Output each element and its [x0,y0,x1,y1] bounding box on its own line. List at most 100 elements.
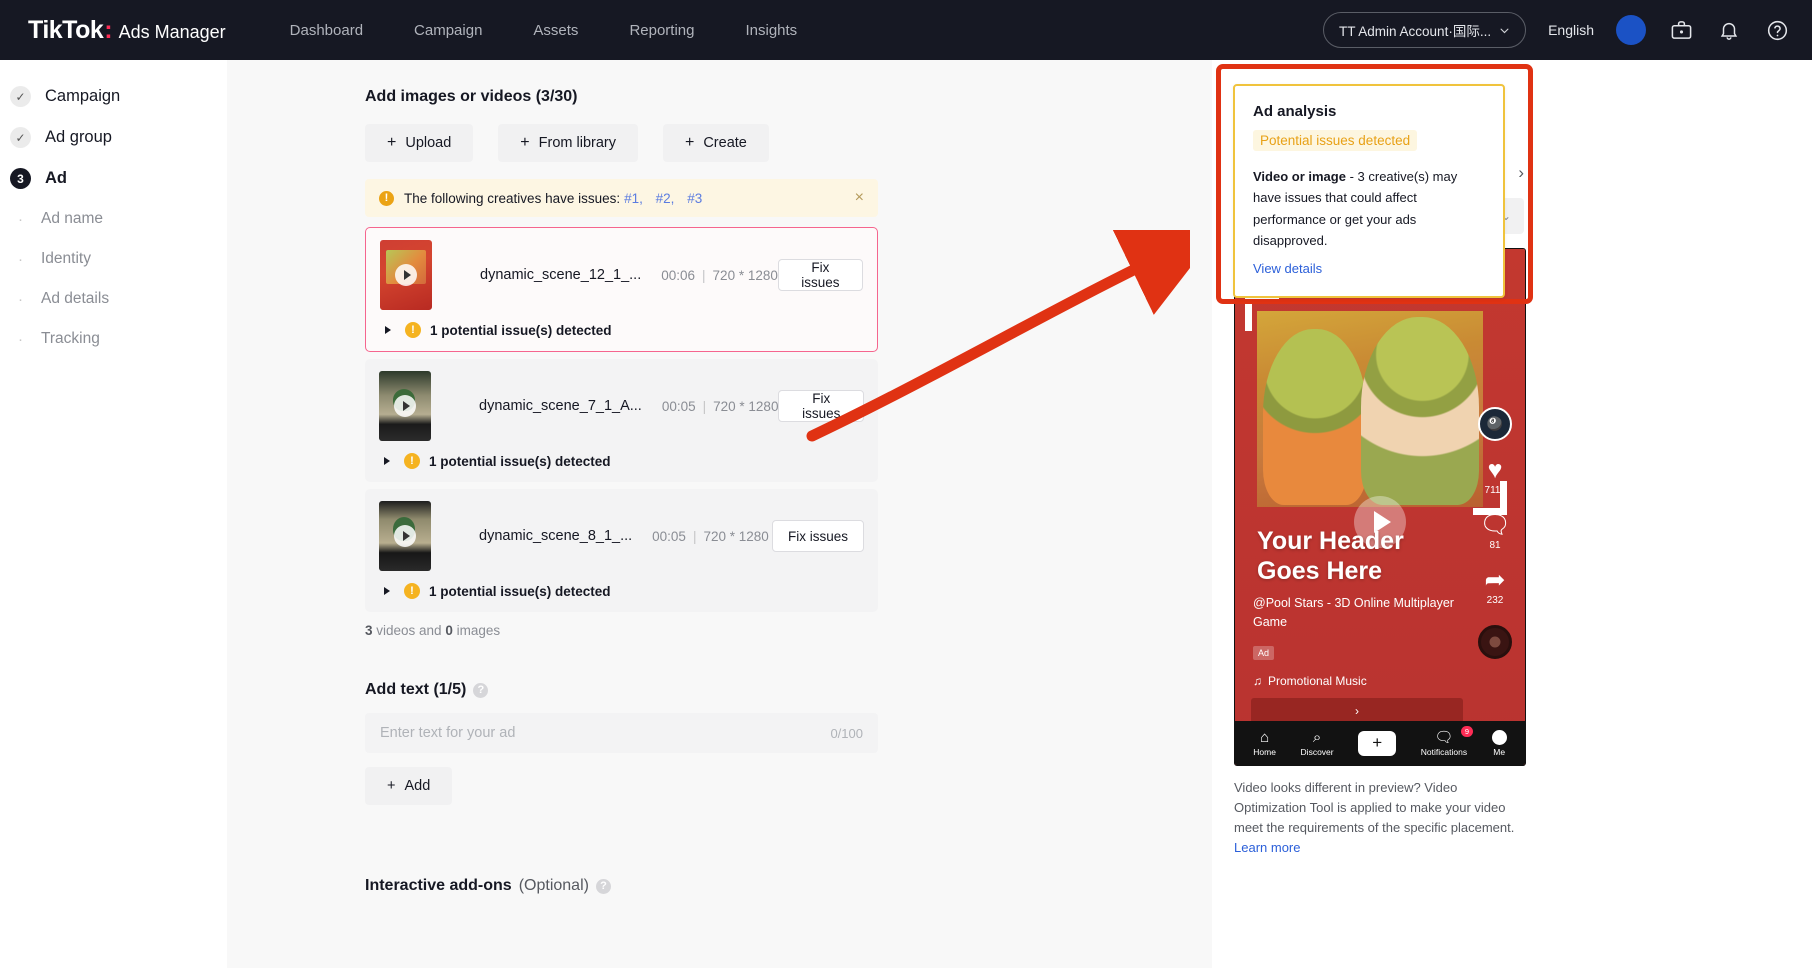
creative-duration: 00:05 [661,398,696,414]
nav-me[interactable]: Me [1491,729,1507,757]
help-circle-icon[interactable]: ? [595,878,611,894]
like-control[interactable]: ♥ 711k [1484,458,1506,497]
account-name: TT Admin Account·国际... [1339,24,1492,39]
cta-button[interactable]: › [1251,698,1463,723]
chevron-right-icon [384,457,390,465]
sidebar-item-tracking[interactable]: · Tracking [0,319,227,359]
page-body: ✓ Campaign ✓ Ad group 3 Ad · Ad name · I… [0,60,1812,968]
nav-create[interactable]: + [1358,730,1397,756]
nav-discover[interactable]: ⌕ Discover [1301,730,1334,757]
creative-name: dynamic_scene_8_1_... [479,528,633,544]
nav-item-assets[interactable]: Assets [531,16,580,45]
logo[interactable]: TikTok : Ads Manager [28,16,226,45]
step-sidebar: ✓ Campaign ✓ Ad group 3 Ad · Ad name · I… [0,60,227,968]
language-selector[interactable]: English [1548,22,1594,38]
fix-issues-button[interactable]: Fix issues [777,259,863,291]
plus-icon: + [387,134,397,151]
creative-row-1[interactable]: dynamic_scene_12_1_... 00:06 | 720 * 1280 … [365,227,878,352]
creator-avatar[interactable]: 🎱 [1478,407,1512,441]
add-text-button[interactable]: + Add [365,767,453,805]
briefcase-icon[interactable] [1668,17,1694,43]
sidebar-step-label: Ad group [45,128,112,146]
creative-name: dynamic_scene_12_1_... [480,267,642,283]
from-library-button[interactable]: + From library [498,124,638,162]
creative-list: dynamic_scene_12_1_... 00:06 | 720 * 1280 … [365,227,878,612]
upload-button[interactable]: + Upload [365,124,474,162]
nav-item-campaign[interactable]: Campaign [412,16,484,45]
creative-headline: Your Header Goes Here [1257,526,1467,586]
play-icon [394,525,416,547]
creative-issue-toggle[interactable]: ! 1 potential issue(s) detected [365,447,878,482]
sidebar-item-identity[interactable]: · Identity [0,239,227,279]
sidebar-item-ad-details[interactable]: · Ad details [0,279,227,319]
headline-line-2: Goes Here [1257,557,1383,585]
warning-text: The following creatives have issues: [404,190,621,206]
media-count-summary: 3 videos and 0 images [365,623,1212,638]
avatar[interactable] [1616,15,1646,45]
music-note-icon: ♫ [1253,674,1262,688]
share-icon: ➦ [1484,566,1506,594]
addons-label: Interactive add-ons [365,877,512,894]
creative-thumbnail[interactable] [380,240,432,310]
addons-optional-label: (Optional) [518,877,589,894]
video-count: 3 [365,623,373,638]
learn-more-link[interactable]: Learn more [1234,840,1300,855]
sidebar-step-ad-group[interactable]: ✓ Ad group [0,117,227,158]
music-disc-icon[interactable] [1478,625,1512,659]
count-mid-text: videos and [372,623,446,638]
image-count: 0 [445,623,453,638]
comment-control[interactable]: 🗨 81 [1479,513,1511,552]
inbox-icon: 🗨 9 [1434,725,1474,745]
status-badge: Potential issues detected [1253,130,1418,151]
nav-item-insights[interactable]: Insights [743,16,799,45]
sidebar-step-label: Campaign [45,87,121,105]
share-control[interactable]: ➦ 232 [1484,566,1506,607]
creative-thumbnail[interactable] [379,501,431,571]
count-suffix-text: images [452,623,501,638]
sidebar-item-ad-name[interactable]: · Ad name [0,199,227,239]
view-details-link[interactable]: View details [1253,261,1322,276]
bullet-icon: · [18,250,23,268]
phone-bottom-nav: ⌂ Home ⌕ Discover + 🗨 9 Notifications Me [1235,721,1525,765]
account-selector[interactable]: TT Admin Account·国际... [1323,12,1527,48]
fix-issues-button[interactable]: Fix issues [771,520,864,552]
like-count: 711k [1484,485,1506,496]
sidebar-step-ad[interactable]: 3 Ad [0,158,227,199]
plus-icon: + [387,778,396,794]
music-row: ♫ Promotional Music [1253,674,1367,688]
plus-icon: + [1358,730,1397,756]
warning-link-2[interactable]: #2, [656,191,675,206]
nav-item-reporting[interactable]: Reporting [627,16,696,45]
nav-home[interactable]: ⌂ Home [1253,730,1276,757]
sidebar-step-campaign[interactable]: ✓ Campaign [0,76,227,117]
bell-icon[interactable] [1716,17,1742,43]
ad-text-field-wrap[interactable]: 0/100 [365,713,878,753]
creative-row-3[interactable]: dynamic_scene_8_1_... 00:05 | 720 * 1280 F… [365,489,878,612]
creative-row-2[interactable]: dynamic_scene_7_1_A... 00:05 | 720 * 1280 … [365,359,878,482]
play-icon [395,264,417,286]
creative-thumbnail[interactable] [379,371,431,441]
next-arrow-icon[interactable]: › [1518,164,1524,181]
notification-badge: 9 [1460,725,1474,738]
creative-issue-text: 1 potential issue(s) detected [429,583,611,599]
help-circle-icon[interactable] [1764,17,1790,43]
nav-item-dashboard[interactable]: Dashboard [288,16,365,45]
warning-link-1[interactable]: #1, [624,191,643,206]
preview-note: Video looks different in preview? Video … [1234,778,1522,859]
nav-notifications[interactable]: 🗨 9 Notifications [1421,725,1474,757]
creative-dimensions: 720 * 1280 [703,528,769,544]
creative-issue-toggle[interactable]: ! 1 potential issue(s) detected [366,316,877,351]
fix-issues-button[interactable]: Fix issues [778,390,864,422]
character-counter: 0/100 [830,725,863,741]
bullet-icon: · [18,210,23,228]
share-count: 232 [1486,595,1504,606]
create-button[interactable]: + Create [662,124,769,162]
ad-text-input[interactable] [380,725,821,741]
creative-issue-toggle[interactable]: ! 1 potential issue(s) detected [365,577,878,612]
sidebar-step-label: Ad [45,169,67,187]
help-circle-icon[interactable]: ? [473,682,489,698]
close-icon[interactable]: × [855,190,864,206]
media-action-buttons: + Upload + From library + Create [365,124,1212,162]
bullet-icon: · [18,330,23,348]
warning-link-3[interactable]: #3 [687,191,702,206]
